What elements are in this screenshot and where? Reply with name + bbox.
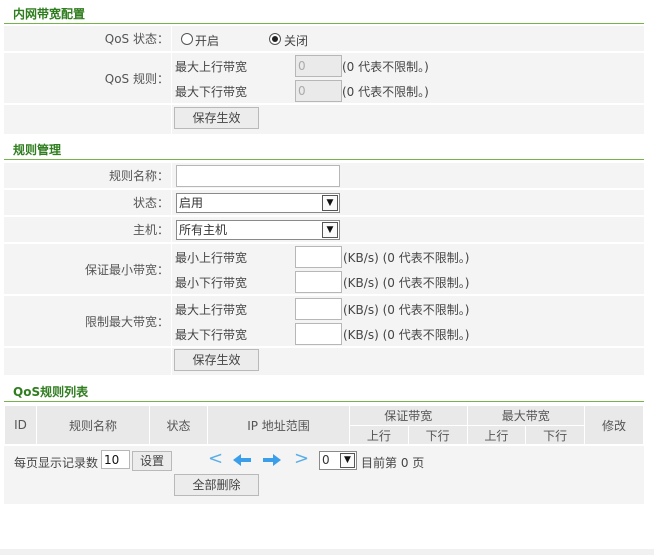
min-down-note: (KB/s) (0 代表不限制。) xyxy=(343,276,470,290)
qos-on-radio[interactable] xyxy=(181,33,193,45)
chevron-down-icon[interactable]: ▼ xyxy=(340,453,355,468)
qos-rules-table: ID 规则名称 状态 IP 地址范围 保证带宽 最大带宽 修改 上行 下行 上行… xyxy=(4,405,644,445)
section-title-bandwidth: 内网带宽配置 xyxy=(4,4,644,24)
arrow-left-icon[interactable] xyxy=(233,454,251,466)
pager-area: 每页显示记录数 设置 < > 0 ▼ 目前第 0 页 全部删除 xyxy=(4,446,644,504)
chevron-left-icon[interactable]: < xyxy=(208,449,223,469)
min-down-label: 最小下行带宽 xyxy=(175,276,248,290)
status-label: 状态： xyxy=(4,190,172,215)
col-edit: 修改 xyxy=(584,405,644,445)
current-page-text: 目前第 0 页 xyxy=(361,456,425,470)
min-up-note: (KB/s) (0 代表不限制。) xyxy=(343,251,470,265)
limit-max-up-note: (KB/s) (0 代表不限制。) xyxy=(343,303,470,317)
host-select-value: 所有主机 xyxy=(179,223,228,237)
page-select-value: 0 xyxy=(322,453,330,467)
save-rule-button[interactable]: 保存生效 xyxy=(174,349,259,371)
max-down-input[interactable] xyxy=(295,80,342,102)
col-max: 最大带宽 xyxy=(466,405,585,426)
status-select[interactable]: 启用 ▼ xyxy=(176,193,340,213)
per-page-input[interactable] xyxy=(101,450,130,469)
col-max-down: 下行 xyxy=(525,425,585,445)
limit-row: 限制最大带宽： 最大上行带宽 (KB/s) (0 代表不限制。) 最大下行带宽 … xyxy=(4,296,644,347)
save-row-2-spacer xyxy=(4,348,172,375)
rule-name-input[interactable] xyxy=(176,165,340,187)
max-up-label: 最大上行带宽 xyxy=(175,60,248,74)
host-label: 主机： xyxy=(4,217,172,242)
set-per-page-button[interactable]: 设置 xyxy=(132,451,172,471)
per-page-label: 每页显示记录数 xyxy=(14,456,99,470)
qos-on-label[interactable]: 开启 xyxy=(195,32,219,49)
limit-max-up-input[interactable] xyxy=(295,298,342,320)
max-down-note: (0 代表不限制。) xyxy=(342,85,429,99)
section-title-rule-mgmt: 规则管理 xyxy=(4,140,644,160)
bottom-strip xyxy=(0,549,654,555)
rule-name-row: 规则名称： xyxy=(4,163,644,189)
col-guarantee: 保证带宽 xyxy=(349,405,468,426)
host-select[interactable]: 所有主机 ▼ xyxy=(176,220,340,240)
qos-rule-label: QoS 规则： xyxy=(4,53,172,103)
delete-all-button[interactable]: 全部删除 xyxy=(174,474,259,496)
save-row-1: 保存生效 xyxy=(4,105,644,135)
col-id: ID xyxy=(4,405,37,445)
qos-rule-row: QoS 规则： 最大上行带宽 (0 代表不限制。) 最大下行带宽 (0 代表不限… xyxy=(4,53,644,104)
col-guarantee-up: 上行 xyxy=(349,425,409,445)
chevron-down-icon[interactable]: ▼ xyxy=(322,195,338,211)
guarantee-row: 保证最小带宽： 最小上行带宽 (KB/s) (0 代表不限制。) 最小下行带宽 … xyxy=(4,244,644,295)
min-up-label: 最小上行带宽 xyxy=(175,251,248,265)
max-up-input[interactable] xyxy=(295,55,342,77)
status-select-value: 启用 xyxy=(179,196,204,210)
min-down-input[interactable] xyxy=(295,271,342,293)
min-up-input[interactable] xyxy=(295,246,342,268)
chevron-right-icon[interactable]: > xyxy=(294,449,309,469)
rule-name-label: 规则名称： xyxy=(4,163,172,188)
guarantee-label: 保证最小带宽： xyxy=(4,244,172,294)
limit-max-down-note: (KB/s) (0 代表不限制。) xyxy=(343,328,470,342)
col-rule-name: 规则名称 xyxy=(36,405,150,445)
qos-status-row: QoS 状态： 开启 关闭 xyxy=(4,26,644,52)
max-down-label: 最大下行带宽 xyxy=(175,85,248,99)
host-row: 主机： 所有主机 ▼ xyxy=(4,217,644,243)
section-title-qos-list: QoS规则列表 xyxy=(4,382,644,402)
save-row-1-spacer xyxy=(4,105,172,134)
qos-off-label[interactable]: 关闭 xyxy=(284,32,308,49)
qos-off-radio[interactable] xyxy=(269,33,281,45)
save-row-2: 保存生效 xyxy=(4,348,644,376)
col-ip-range: IP 地址范围 xyxy=(207,405,350,445)
limit-label: 限制最大带宽： xyxy=(4,296,172,346)
save-bandwidth-button[interactable]: 保存生效 xyxy=(174,107,259,129)
max-up-note: (0 代表不限制。) xyxy=(342,60,429,74)
limit-max-down-label: 最大下行带宽 xyxy=(175,328,248,342)
limit-max-down-input[interactable] xyxy=(295,323,342,345)
limit-max-up-label: 最大上行带宽 xyxy=(175,303,248,317)
qos-status-label: QoS 状态： xyxy=(4,26,172,51)
chevron-down-icon[interactable]: ▼ xyxy=(322,222,338,238)
arrow-right-icon[interactable] xyxy=(263,454,281,466)
col-status: 状态 xyxy=(149,405,208,445)
page-select[interactable]: 0 ▼ xyxy=(319,451,357,470)
col-guarantee-down: 下行 xyxy=(407,425,468,445)
col-max-up: 上行 xyxy=(466,425,527,445)
status-row: 状态： 启用 ▼ xyxy=(4,190,644,216)
